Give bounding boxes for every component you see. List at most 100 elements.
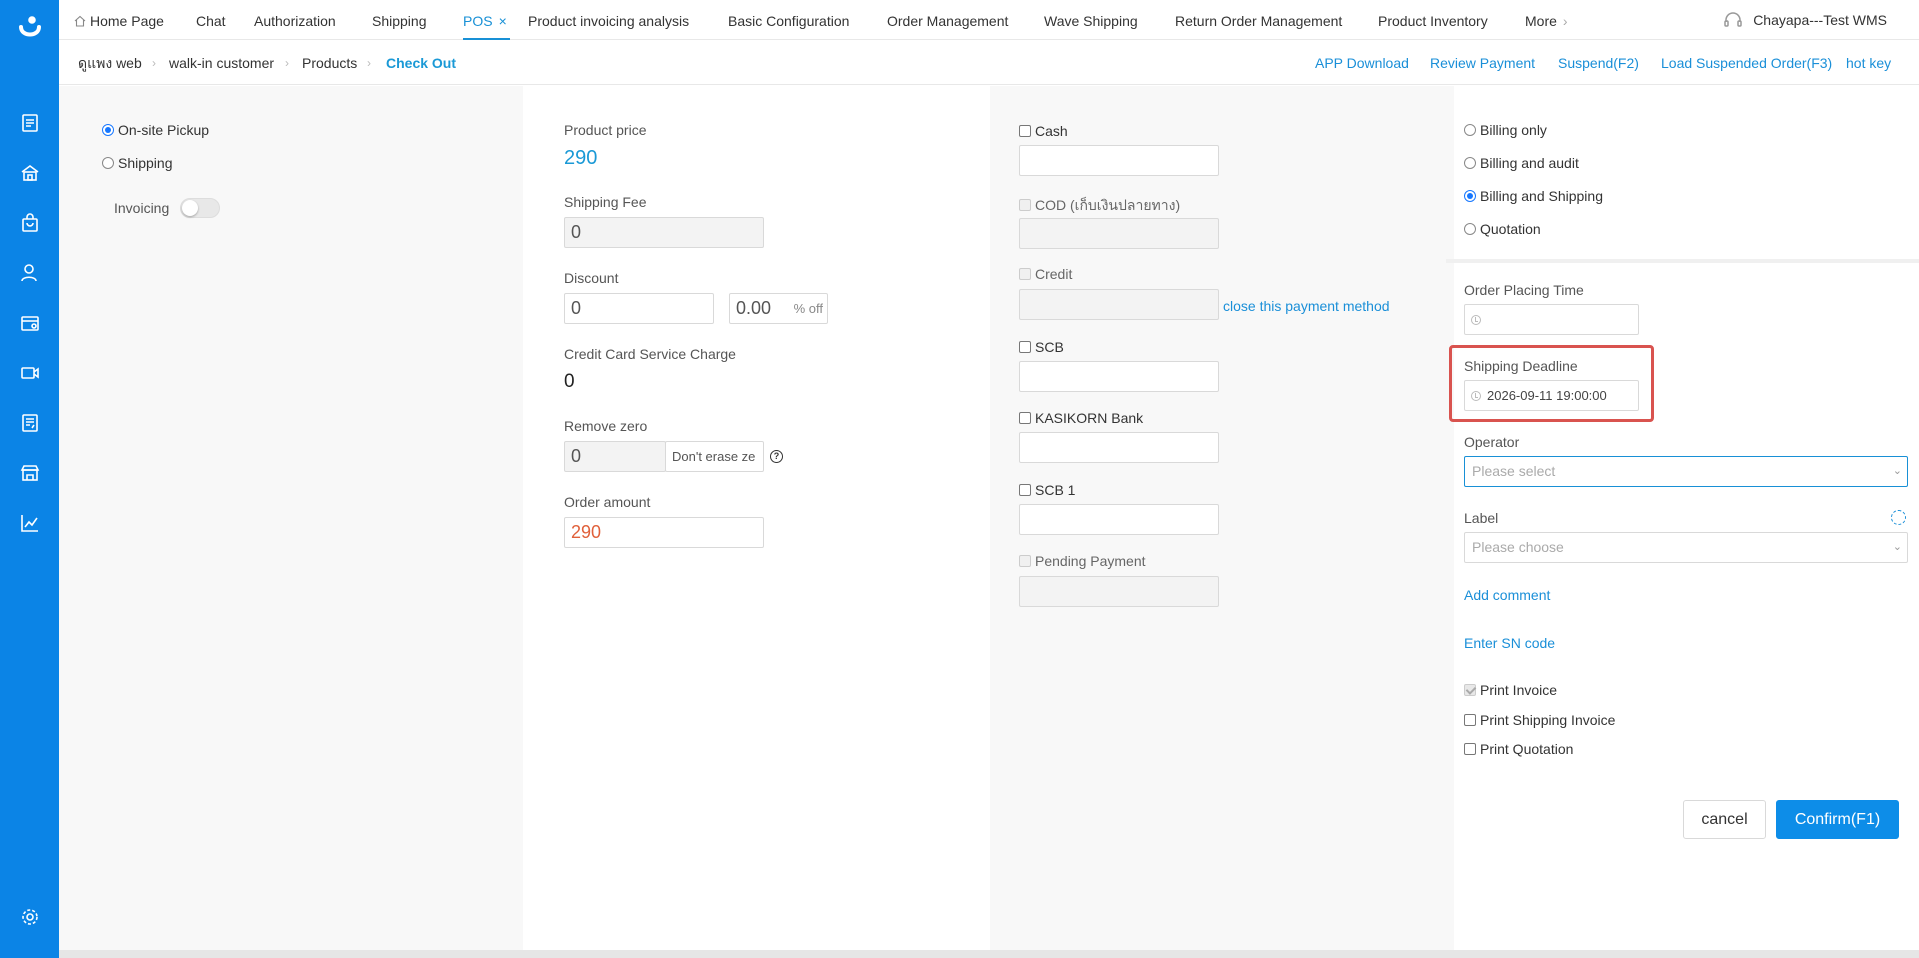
print-shipping-invoice-checkbox[interactable]: Print Shipping Invoice — [1464, 712, 1615, 728]
shipping-deadline-value: 2026-09-11 19:00:00 — [1487, 388, 1607, 403]
document-icon[interactable] — [18, 111, 42, 135]
close-payment-method-link[interactable]: close this payment method — [1223, 298, 1390, 314]
cancel-button[interactable]: cancel — [1683, 800, 1766, 839]
chevron-right-icon: › — [1562, 13, 1568, 29]
tab-shipping[interactable]: Shipping — [372, 0, 427, 40]
tab-more[interactable]: More › — [1525, 0, 1568, 40]
shipping-deadline-input[interactable]: 2026-09-11 19:00:00 — [1464, 380, 1639, 411]
store-settings-icon[interactable] — [18, 311, 42, 335]
payment-pending-checkbox[interactable]: Pending Payment — [1019, 553, 1146, 569]
payment-credit-input — [1019, 289, 1219, 320]
breadcrumb-shop[interactable]: ดูแพง web — [78, 41, 142, 85]
shop-icon[interactable] — [18, 461, 42, 485]
tab-label: Authorization — [254, 13, 336, 29]
radio-icon — [1464, 124, 1476, 136]
tab-product-invoicing-analysis[interactable]: Product invoicing analysis — [528, 0, 689, 40]
quotation-radio[interactable]: Quotation — [1464, 221, 1541, 237]
remove-zero-input[interactable]: 0 — [564, 441, 666, 472]
close-icon[interactable]: × — [499, 13, 507, 29]
checkbox-icon — [1464, 684, 1476, 696]
checkbox-icon — [1019, 484, 1031, 496]
shipping-radio[interactable]: Shipping — [102, 155, 173, 171]
home-icon[interactable] — [18, 161, 42, 185]
order-amount-input[interactable]: 290 — [564, 517, 764, 548]
home-icon — [74, 15, 86, 27]
checkbox-label: SCB — [1035, 339, 1064, 355]
user-settings-icon[interactable] — [18, 261, 42, 285]
suspend-link[interactable]: Suspend(F2) — [1558, 41, 1639, 85]
app-download-link[interactable]: APP Download — [1315, 41, 1409, 85]
tab-label: Home Page — [90, 13, 164, 29]
discount-label: Discount — [564, 270, 619, 286]
breadcrumb-products[interactable]: Products — [302, 41, 357, 85]
help-icon[interactable]: ? — [770, 450, 783, 463]
load-suspended-order-link[interactable]: Load Suspended Order(F3) — [1661, 41, 1832, 85]
product-price-label: Product price — [564, 122, 647, 138]
report-icon[interactable] — [18, 411, 42, 435]
confirm-button[interactable]: Confirm(F1) — [1776, 800, 1899, 839]
remove-zero-mode-select[interactable]: Don't erase ze — [665, 441, 764, 472]
onsite-pickup-radio[interactable]: On-site Pickup — [102, 122, 209, 138]
bag-icon[interactable] — [18, 211, 42, 235]
video-icon[interactable] — [18, 361, 42, 385]
chart-icon[interactable] — [18, 511, 42, 535]
user-area[interactable]: Chayapa---Test WMS — [1723, 0, 1887, 40]
add-comment-link[interactable]: Add comment — [1464, 587, 1550, 603]
billing-and-audit-radio[interactable]: Billing and audit — [1464, 155, 1579, 171]
tab-chat[interactable]: Chat — [196, 0, 226, 40]
order-amount-label: Order amount — [564, 494, 651, 510]
radio-icon — [1464, 190, 1476, 202]
payment-credit-checkbox[interactable]: Credit — [1019, 266, 1072, 282]
print-quotation-checkbox[interactable]: Print Quotation — [1464, 741, 1573, 757]
payment-cod-checkbox[interactable]: COD (เก็บเงินปลายทาง) — [1019, 195, 1180, 217]
tab-home-page[interactable]: Home Page — [74, 0, 164, 40]
shipping-fee-input[interactable]: 0 — [564, 217, 764, 248]
breadcrumb-customer[interactable]: walk-in customer — [169, 41, 274, 85]
print-invoice-checkbox[interactable]: Print Invoice — [1464, 682, 1557, 698]
label-select[interactable]: Please choose ⌄ — [1464, 532, 1908, 563]
gear-icon[interactable] — [1891, 510, 1906, 525]
hot-key-link[interactable]: hot key — [1846, 41, 1891, 85]
tab-label: Chat — [196, 13, 226, 29]
payment-kasikorn-input[interactable] — [1019, 432, 1219, 463]
operator-select[interactable]: Please select ⌄ — [1464, 456, 1908, 487]
tab-product-inventory[interactable]: Product Inventory — [1378, 0, 1488, 40]
user-name[interactable]: Chayapa---Test WMS — [1753, 12, 1887, 28]
payment-cash-input[interactable] — [1019, 145, 1219, 176]
radio-label: Billing and Shipping — [1480, 188, 1603, 204]
headset-icon[interactable] — [1723, 10, 1743, 30]
payment-cash-checkbox[interactable]: Cash — [1019, 123, 1068, 139]
enter-sn-code-link[interactable]: Enter SN code — [1464, 635, 1555, 651]
billing-and-shipping-radio[interactable]: Billing and Shipping — [1464, 188, 1603, 204]
remove-zero-label: Remove zero — [564, 418, 648, 434]
tab-pos[interactable]: POS × — [463, 0, 510, 40]
chevron-down-icon: ⌄ — [1892, 541, 1902, 553]
chevron-down-icon: ⌄ — [1892, 465, 1902, 477]
payment-scb1-checkbox[interactable]: SCB 1 — [1019, 482, 1075, 498]
payment-scb-input[interactable] — [1019, 361, 1219, 392]
order-placing-time-input[interactable] — [1464, 304, 1639, 335]
tab-basic-configuration[interactable]: Basic Configuration — [728, 0, 849, 40]
tab-label: Order Management — [887, 13, 1009, 29]
tab-wave-shipping[interactable]: Wave Shipping — [1044, 0, 1138, 40]
shipping-deadline-label: Shipping Deadline — [1464, 358, 1578, 374]
payment-kasikorn-checkbox[interactable]: KASIKORN Bank — [1019, 410, 1143, 426]
payment-scb1-input[interactable] — [1019, 504, 1219, 535]
billing-only-radio[interactable]: Billing only — [1464, 122, 1547, 138]
review-payment-link[interactable]: Review Payment — [1430, 41, 1535, 85]
payment-scb-checkbox[interactable]: SCB — [1019, 339, 1064, 355]
logo-icon[interactable] — [15, 14, 45, 44]
tab-authorization[interactable]: Authorization — [254, 0, 336, 40]
radio-label: On-site Pickup — [118, 122, 210, 138]
checkbox-icon — [1464, 743, 1476, 755]
discount-percent-input[interactable]: 0.00 % off — [729, 293, 828, 324]
invoicing-toggle[interactable] — [180, 198, 220, 218]
tab-order-management[interactable]: Order Management — [887, 0, 1008, 40]
tab-return-order-management[interactable]: Return Order Management — [1175, 0, 1342, 40]
shipping-fee-label: Shipping Fee — [564, 194, 647, 210]
discount-amount-input[interactable]: 0 — [564, 293, 714, 324]
checkbox-label: Print Quotation — [1480, 741, 1574, 757]
horizontal-scrollbar[interactable] — [59, 950, 1919, 958]
settings-icon[interactable] — [18, 905, 42, 929]
percent-off-suffix: % off — [793, 301, 823, 316]
